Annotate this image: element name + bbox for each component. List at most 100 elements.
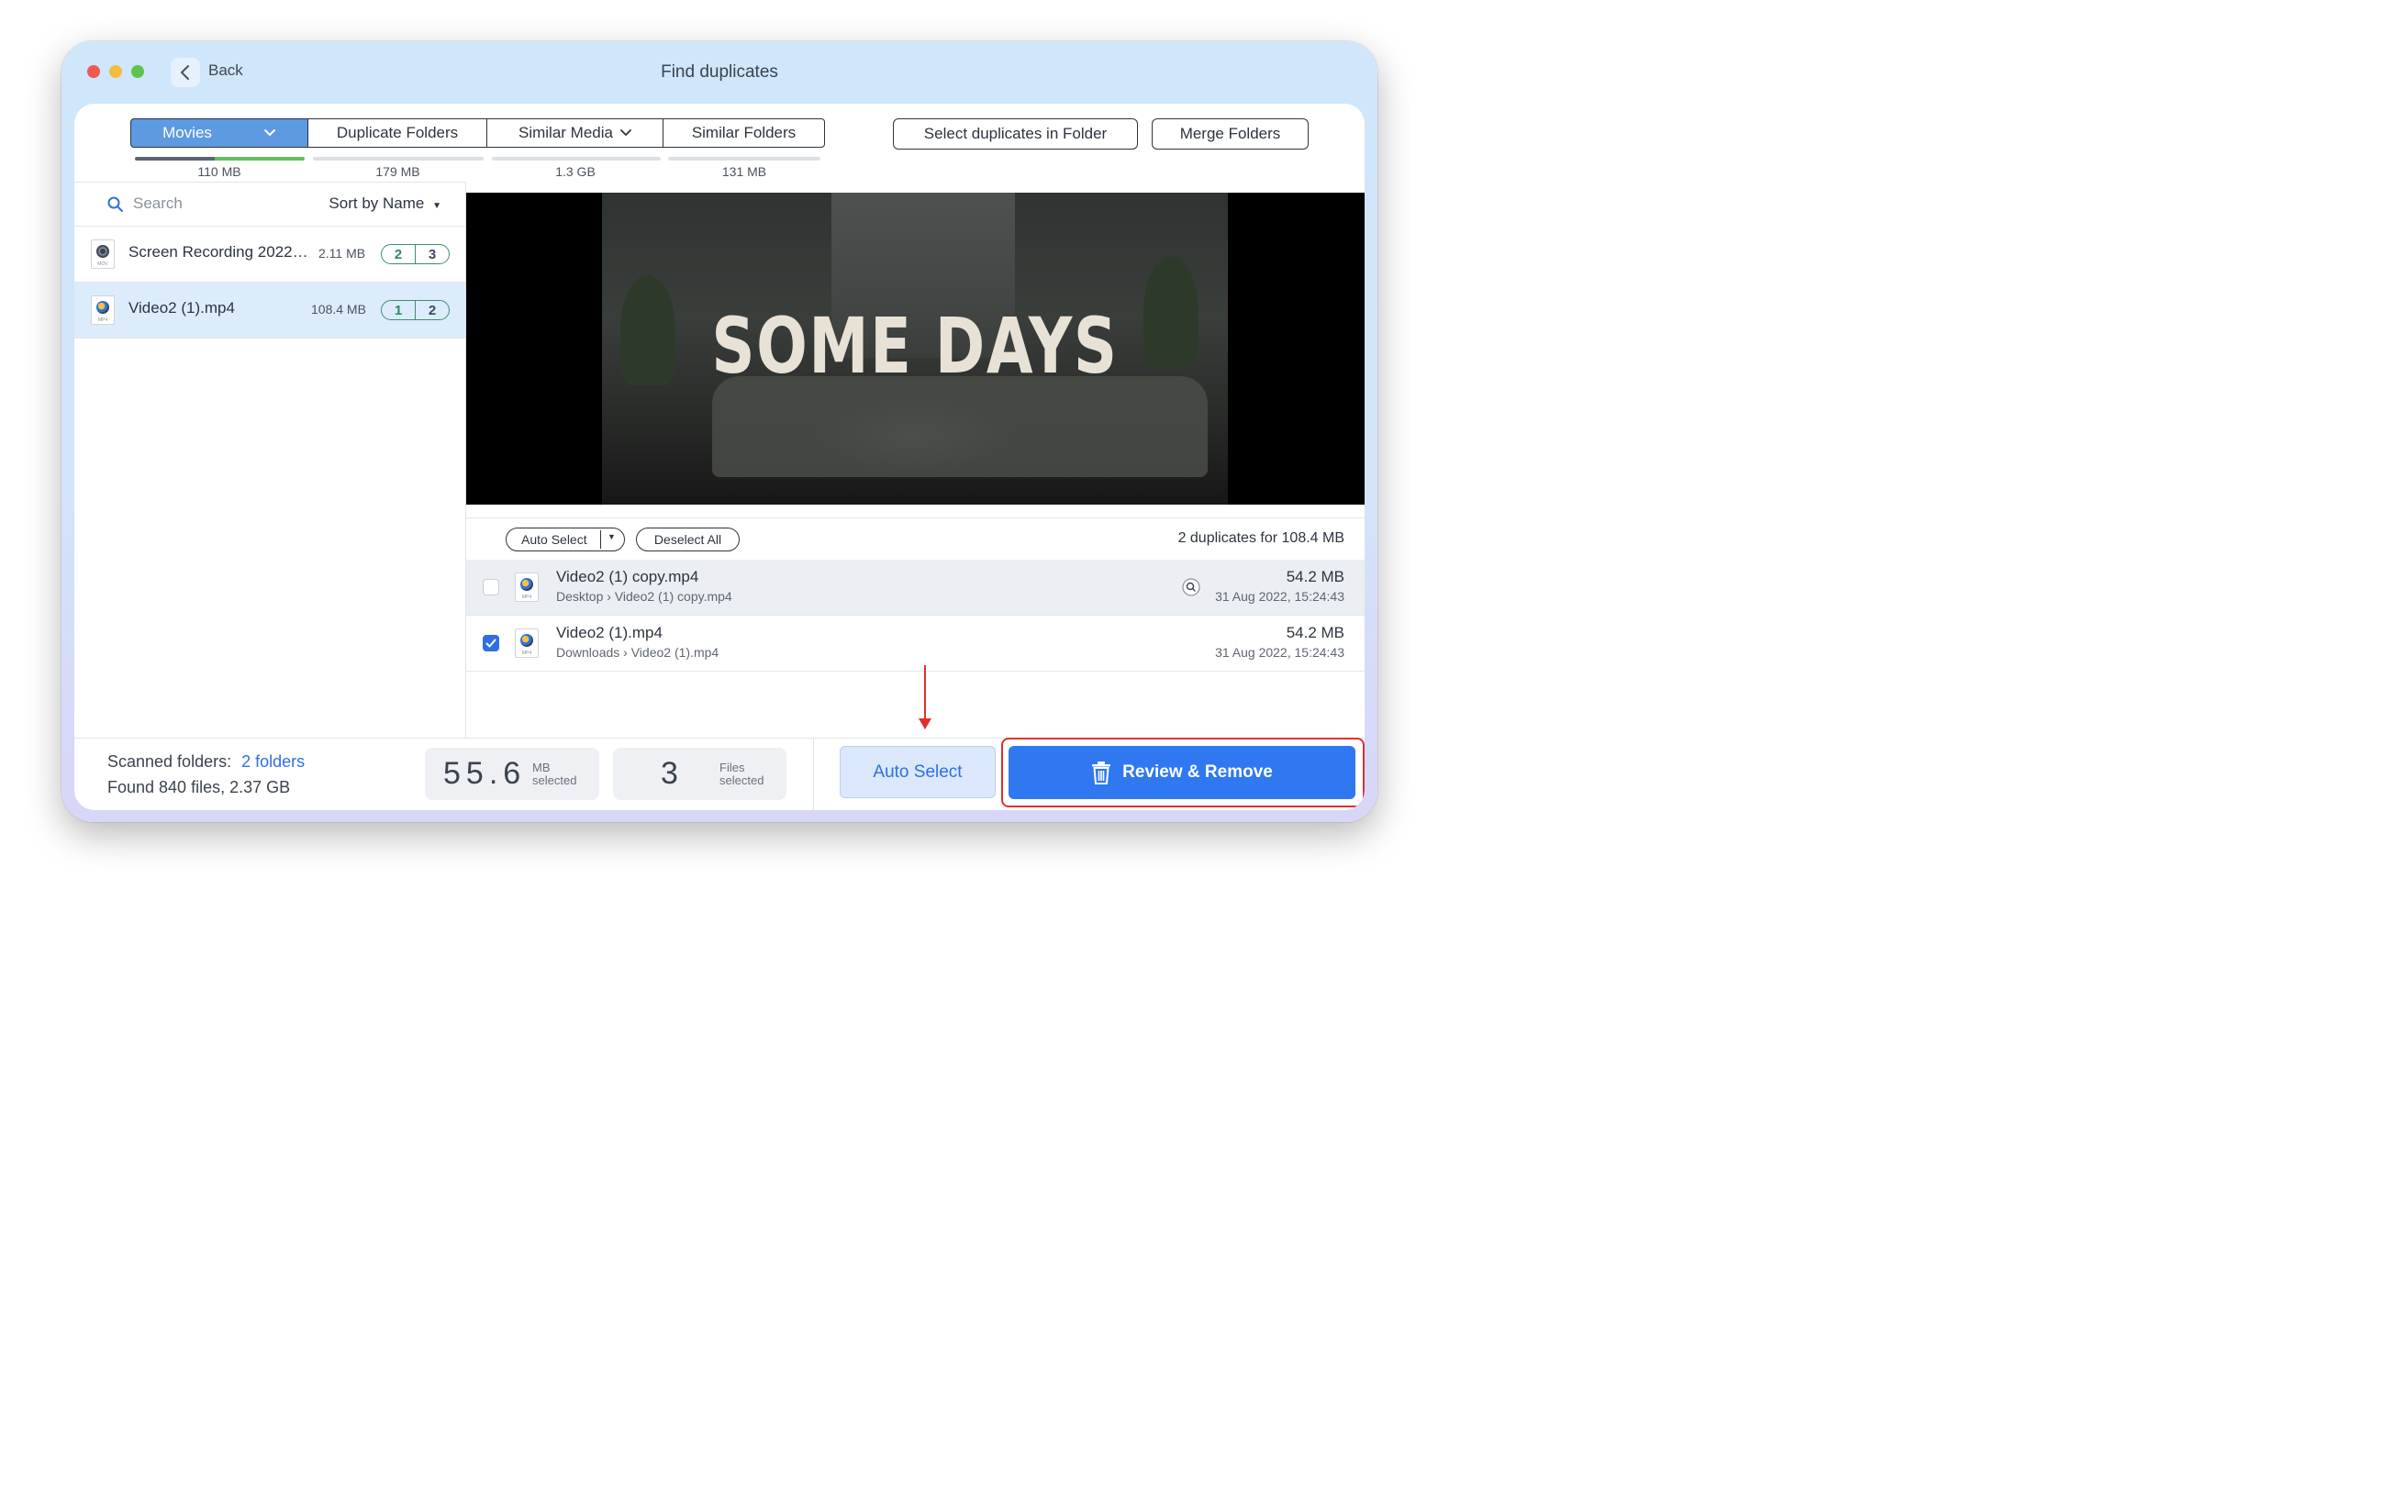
sort-label: Sort by Name [329, 195, 425, 212]
file-ext: MOV [97, 261, 108, 267]
annotation-arrow-head [919, 718, 931, 729]
row-checkbox[interactable] [483, 579, 499, 595]
file-ext: MP4 [521, 595, 532, 600]
auto-select-button[interactable]: Auto Select [840, 746, 996, 798]
tab-movies[interactable]: Movies [130, 118, 308, 148]
selected-size-box: 55.6 MB selected [425, 748, 599, 800]
list-item[interactable]: MOV Screen Recording 2022… 2.11 MB 2 3 [74, 227, 465, 283]
files-selected-value: 3 [661, 756, 678, 791]
auto-select-label: Auto Select [521, 532, 587, 547]
found-summary: Found 840 files, 2.37 GB [107, 778, 291, 796]
tab-similar-folders-label: Similar Folders [691, 124, 797, 141]
media-glyph-icon [96, 301, 109, 314]
mp4-file-icon: MP4 [91, 295, 115, 325]
files-selected-caption: selected [719, 773, 764, 787]
file-date: 31 Aug 2022, 15:24:43 [1215, 645, 1344, 660]
select-duplicates-in-folder-button[interactable]: Select duplicates in Folder [893, 118, 1138, 150]
total-count: 3 [428, 246, 437, 262]
list-item[interactable]: MP4 Video2 (1).mp4 108.4 MB 1 2 [74, 283, 465, 339]
chevron-down-icon [263, 129, 275, 137]
selected-size-value: 55.6 [443, 756, 527, 791]
scanned-folders: Scanned folders: 2 folders [107, 752, 305, 772]
path-separator-icon: › [623, 645, 631, 660]
tab-duplicate-folders-label: Duplicate Folders [336, 124, 459, 141]
quicktime-glyph-icon [96, 245, 109, 258]
divider [600, 530, 601, 549]
file-ext: MP4 [521, 650, 532, 656]
tab-similar-folders[interactable]: Similar Folders [663, 118, 825, 148]
category-tabs: Movies Duplicate Folders Similar Media S… [130, 118, 825, 150]
scanned-label: Scanned folders: [107, 752, 232, 771]
duplicate-count-badge: 1 2 [381, 300, 450, 320]
merge-folders-button[interactable]: Merge Folders [1152, 118, 1309, 150]
duplicates-toolbar: Auto Select ▼ Deselect All 2 duplicates … [466, 517, 1365, 561]
main-panel: Movies Duplicate Folders Similar Media S… [74, 104, 1365, 810]
tab-duplicate-folders[interactable]: Duplicate Folders [308, 118, 487, 148]
scanned-folders-link[interactable]: 2 folders [241, 752, 305, 771]
tab-similar-media-size: 1.3 GB [555, 164, 596, 179]
files-selected-unit: Files [719, 761, 745, 774]
movies-size-bar [135, 157, 305, 161]
footer-bar: Scanned folders: 2 folders Found 840 fil… [74, 738, 1365, 810]
window-title: Find duplicates [661, 62, 778, 82]
tab-similar-media-label: Similar Media [518, 124, 613, 141]
divider [813, 739, 814, 810]
tab-similar-media[interactable]: Similar Media [487, 118, 663, 148]
annotation-arrow [924, 665, 926, 722]
search-input[interactable]: Search [133, 195, 183, 213]
duplicates-summary: 2 duplicates for 108.4 MB [1177, 530, 1344, 546]
selected-size-caption: selected [532, 773, 577, 787]
file-name: Video2 (1) copy.mp4 [556, 568, 699, 585]
table-row[interactable]: MP4 Video2 (1).mp4 Downloads › Video2 (1… [466, 616, 1365, 672]
checkmark-icon [485, 639, 496, 648]
tab-movies-size: 110 MB [197, 164, 241, 179]
scene-plant [620, 275, 675, 385]
row-checkbox[interactable] [483, 635, 499, 651]
file-path: Desktop › Video2 (1) copy.mp4 [556, 589, 732, 604]
app-window: Back Find duplicates Movies Duplicate Fo… [61, 41, 1377, 822]
mp4-file-icon: MP4 [515, 628, 539, 658]
file-name: Video2 (1).mp4 [556, 624, 663, 641]
similar-folders-size-bar [668, 157, 820, 161]
path-folder[interactable]: Downloads [556, 645, 619, 660]
list-item-name: Screen Recording 2022… [128, 243, 308, 261]
list-item-size: 2.11 MB [318, 246, 366, 261]
selected-count: 2 [382, 245, 416, 263]
review-remove-button[interactable]: Review & Remove [1009, 746, 1355, 799]
file-size: 54.2 MB [1286, 624, 1344, 641]
duplicate-groups-sidebar: Search Sort by Name ▼ MOV Screen Recordi… [74, 182, 466, 738]
list-item-name: Video2 (1).mp4 [128, 299, 235, 317]
deselect-all-button[interactable]: Deselect All [636, 528, 740, 551]
duplicate-folders-size-bar [313, 157, 484, 161]
duplicate-count-badge: 2 3 [381, 244, 450, 264]
tab-duplicate-folders-size: 179 MB [375, 164, 420, 179]
path-folder[interactable]: Desktop [556, 589, 603, 604]
magnifier-preview-icon[interactable] [1182, 578, 1200, 596]
similar-media-size-bar [492, 157, 661, 161]
mp4-file-icon: MP4 [515, 573, 539, 602]
search-row: Search Sort by Name ▼ [74, 182, 465, 227]
file-date: 31 Aug 2022, 15:24:43 [1215, 589, 1344, 604]
scene-sofa [712, 376, 1208, 477]
file-path: Downloads › Video2 (1).mp4 [556, 645, 719, 660]
caret-down-icon[interactable]: ▼ [608, 532, 616, 541]
tab-similar-folders-size: 131 MB [721, 164, 767, 179]
selected-size-unit: MB [532, 761, 551, 774]
files-selected-box: 3 Files selected [613, 748, 786, 800]
file-ext: MP4 [97, 317, 108, 323]
video-preview[interactable]: SOME DAYS [466, 193, 1365, 505]
review-remove-label: Review & Remove [1122, 762, 1273, 782]
selected-count: 1 [382, 301, 416, 319]
auto-select-split-button[interactable]: Auto Select ▼ [506, 528, 625, 551]
file-size: 54.2 MB [1286, 568, 1344, 585]
sort-dropdown[interactable]: Sort by Name ▼ [329, 195, 441, 213]
caret-down-icon: ▼ [432, 201, 441, 211]
path-file: Video2 (1).mp4 [630, 645, 719, 660]
mov-file-icon: MOV [91, 239, 115, 269]
chevron-down-icon [620, 129, 631, 137]
total-count: 2 [428, 302, 437, 318]
list-item-size: 108.4 MB [311, 302, 366, 317]
table-row[interactable]: MP4 Video2 (1) copy.mp4 Desktop › Video2… [466, 560, 1365, 616]
video-frame: SOME DAYS [602, 193, 1228, 505]
path-file: Video2 (1) copy.mp4 [614, 589, 732, 604]
